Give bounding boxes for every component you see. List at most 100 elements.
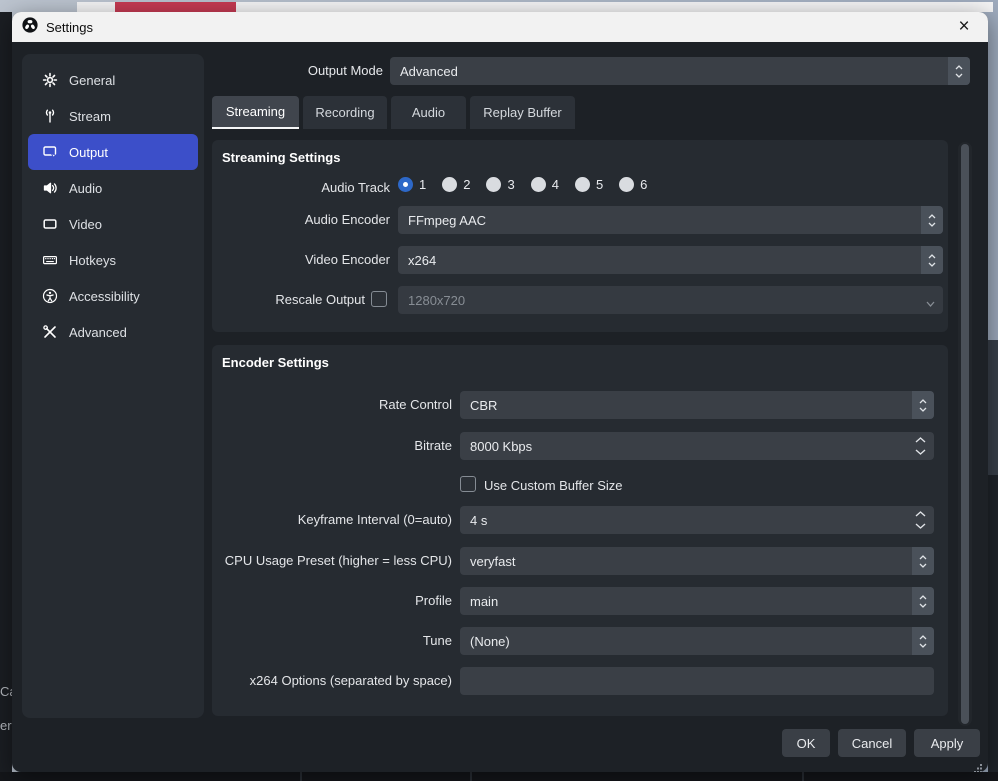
audio-encoder-select[interactable]: FFmpeg AAC [398, 206, 943, 234]
radio-label: 2 [463, 177, 470, 192]
audio-track-radio-6[interactable] [619, 177, 634, 192]
output-mode-label: Output Mode [283, 63, 383, 78]
sidebar-item-stream[interactable]: Stream [28, 98, 198, 134]
background-divider [802, 772, 804, 781]
sidebar-item-hotkeys[interactable]: Hotkeys [28, 242, 198, 278]
accessibility-icon [41, 288, 58, 305]
speaker-icon [41, 180, 58, 197]
x264-options-label: x264 Options (separated by space) [222, 673, 452, 689]
audio-track-radio-1[interactable] [398, 177, 413, 192]
audio-encoder-value: FFmpeg AAC [408, 213, 486, 228]
custom-buffer-checkbox[interactable] [460, 476, 476, 492]
background-left-window: Ca er [0, 12, 12, 781]
cpu-preset-select[interactable]: veryfast [460, 547, 934, 575]
sidebar-item-label: Audio [69, 181, 102, 196]
streaming-settings-group: Streaming Settings Audio Track 1 2 3 4 5… [212, 140, 948, 332]
output-icon [41, 144, 58, 161]
resize-grip[interactable] [974, 760, 983, 772]
ok-button[interactable]: OK [782, 729, 830, 757]
radio-label: 4 [552, 177, 559, 192]
sidebar-item-audio[interactable]: Audio [28, 170, 198, 206]
keyboard-icon [41, 252, 58, 269]
keyframe-interval-label: Keyframe Interval (0=auto) [222, 512, 452, 528]
close-button[interactable]: × [950, 12, 978, 42]
dialog-titlebar[interactable]: Settings × [12, 12, 988, 42]
video-encoder-select[interactable]: x264 [398, 246, 943, 274]
apply-button[interactable]: Apply [914, 729, 980, 757]
chevron-up-down-icon[interactable] [948, 57, 970, 85]
scrollbar-track[interactable] [958, 142, 972, 726]
cpu-preset-label: CPU Usage Preset (higher = less CPU) [222, 553, 452, 569]
bitrate-spinbox[interactable]: 8000 Kbps [460, 432, 934, 460]
background-red-bar [115, 2, 236, 12]
chevron-up-down-icon[interactable] [912, 627, 934, 655]
chevron-up-down-icon[interactable] [912, 587, 934, 615]
chevron-up-down-icon[interactable] [912, 547, 934, 575]
cpu-preset-value: veryfast [470, 554, 516, 569]
tab-recording[interactable]: Recording [303, 96, 387, 129]
tab-label: Recording [315, 105, 374, 120]
radio-label: 1 [419, 177, 426, 192]
rescale-output-label: Rescale Output [222, 292, 365, 308]
audio-track-radio-3[interactable] [486, 177, 501, 192]
audio-track-radio-group: 1 2 3 4 5 6 [398, 177, 663, 192]
tab-label: Streaming [226, 104, 285, 119]
rate-control-value: CBR [470, 398, 497, 413]
group-title: Streaming Settings [222, 150, 340, 165]
background-bottom-window [0, 772, 998, 781]
background-right-window [988, 475, 998, 772]
tab-streaming[interactable]: Streaming [212, 96, 299, 129]
sidebar-item-advanced[interactable]: Advanced [28, 314, 198, 350]
obs-logo-icon [22, 17, 38, 38]
x264-options-input[interactable] [460, 667, 934, 695]
rescale-resolution-select: 1280x720 [398, 286, 943, 314]
chevron-up-down-icon[interactable] [921, 246, 943, 274]
sidebar-item-accessibility[interactable]: Accessibility [28, 278, 198, 314]
bitrate-label: Bitrate [222, 438, 452, 454]
radio-label: 6 [640, 177, 647, 192]
background-text-fragment: er [0, 718, 12, 733]
output-mode-select[interactable]: Advanced [390, 57, 970, 85]
profile-select[interactable]: main [460, 587, 934, 615]
radio-label: 3 [507, 177, 514, 192]
video-encoder-value: x264 [408, 253, 436, 268]
keyframe-interval-spinbox[interactable]: 4 s [460, 506, 934, 534]
tab-label: Replay Buffer [483, 105, 562, 120]
audio-encoder-label: Audio Encoder [222, 212, 390, 228]
settings-dialog: Settings × General Stream [12, 12, 988, 772]
sidebar-item-video[interactable]: Video [28, 206, 198, 242]
spinner-arrows-icon[interactable] [915, 432, 926, 460]
spinner-arrows-icon[interactable] [915, 506, 926, 534]
sidebar-item-label: Video [69, 217, 102, 232]
rescale-output-checkbox[interactable] [371, 291, 387, 307]
sidebar-item-general[interactable]: General [28, 62, 198, 98]
rate-control-select[interactable]: CBR [460, 391, 934, 419]
radio-label: 5 [596, 177, 603, 192]
audio-track-radio-4[interactable] [531, 177, 546, 192]
rescale-resolution-value: 1280x720 [408, 293, 465, 308]
sidebar-item-output[interactable]: Output [28, 134, 198, 170]
keyframe-interval-value: 4 s [470, 513, 487, 528]
sidebar-item-label: Stream [69, 109, 111, 124]
cancel-button[interactable]: Cancel [838, 729, 906, 757]
scrollbar-handle[interactable] [961, 144, 969, 724]
output-mode-value: Advanced [400, 64, 458, 79]
sidebar-item-label: Output [69, 145, 108, 160]
tab-replay-buffer[interactable]: Replay Buffer [470, 96, 575, 129]
tools-icon [41, 324, 58, 341]
bitrate-value: 8000 Kbps [470, 439, 532, 454]
chevron-up-down-icon[interactable] [921, 206, 943, 234]
sidebar-item-label: General [69, 73, 115, 88]
audio-track-radio-5[interactable] [575, 177, 590, 192]
monitor-icon [41, 216, 58, 233]
chevron-up-down-icon[interactable] [912, 391, 934, 419]
background-right-window [988, 340, 998, 475]
gear-icon [41, 72, 58, 89]
tab-audio[interactable]: Audio [391, 96, 466, 129]
tune-select[interactable]: (None) [460, 627, 934, 655]
sidebar-item-label: Accessibility [69, 289, 140, 304]
custom-buffer-label: Use Custom Buffer Size [484, 478, 622, 493]
audio-track-radio-2[interactable] [442, 177, 457, 192]
sidebar-item-label: Advanced [69, 325, 127, 340]
video-encoder-label: Video Encoder [222, 252, 390, 268]
